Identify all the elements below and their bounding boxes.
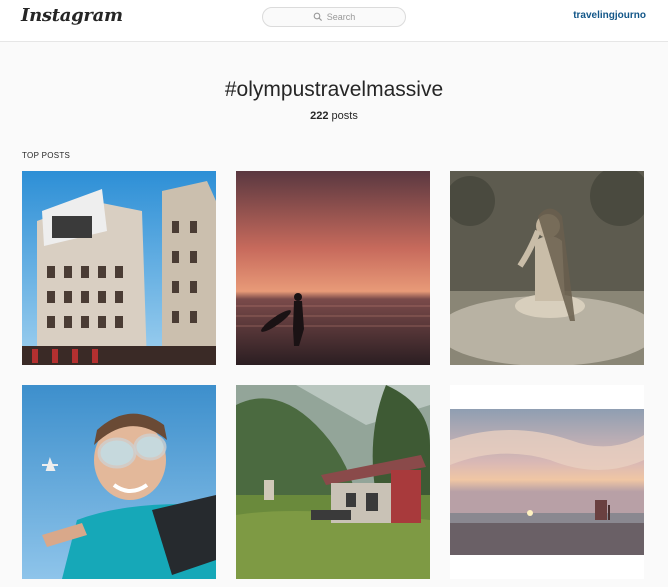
sunset-surfer-image	[236, 171, 430, 365]
meditating-man-image	[450, 171, 644, 365]
post-count: 222 posts	[0, 110, 668, 122]
search-icon	[313, 12, 322, 22]
post-thumbnail-beach-sunset[interactable]	[450, 385, 644, 579]
post-thumbnail-skydiver-selfie[interactable]	[22, 385, 216, 579]
post-count-suffix: posts	[328, 110, 358, 122]
skydiver-selfie-image	[22, 385, 216, 579]
post-thumbnail-sunset-surfer[interactable]	[236, 171, 430, 365]
username-link[interactable]: travelingjourno	[573, 10, 646, 21]
city-buildings-image	[22, 171, 216, 365]
post-count-number: 222	[310, 110, 329, 122]
post-thumbnail-red-hut-forest[interactable]	[236, 385, 430, 579]
search-input[interactable]: Search	[262, 7, 406, 27]
top-posts-label: TOP POSTS	[22, 151, 71, 160]
post-thumbnail-meditating-man[interactable]	[450, 171, 644, 365]
post-thumbnail-city-buildings[interactable]	[22, 171, 216, 365]
beach-sunset-image	[450, 385, 644, 579]
search-placeholder: Search	[326, 12, 356, 22]
top-navigation-bar: Instagram Search travelingjourno	[0, 0, 668, 42]
red-hut-forest-image	[236, 385, 430, 579]
instagram-logo[interactable]: Instagram	[21, 5, 123, 26]
hashtag-title: #olympustravelmassive	[224, 78, 444, 101]
